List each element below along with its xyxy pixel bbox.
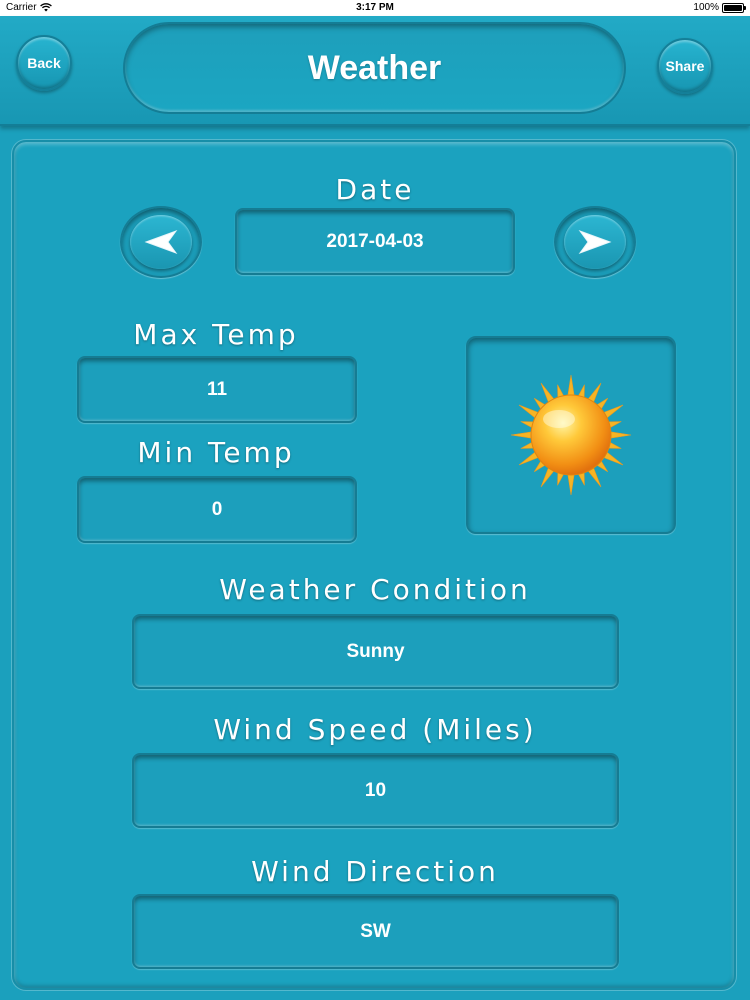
wind-speed-label: Wind Speed (Miles) [213, 713, 537, 746]
wind-direction-label: Wind Direction [251, 855, 499, 888]
sun-ray [567, 374, 575, 398]
prev-date-button[interactable] [120, 206, 202, 278]
sun-icon [510, 374, 632, 496]
page-title: Weather [307, 48, 442, 87]
battery-indicator: 100% [693, 2, 746, 13]
wind-speed-field[interactable]: 10 [132, 753, 619, 828]
share-button[interactable]: Share [657, 38, 713, 94]
date-value: 2017-04-03 [326, 230, 424, 252]
sun-ray [567, 472, 575, 496]
arrow-right-icon [578, 229, 612, 255]
sun-ray [510, 431, 534, 439]
condition-field[interactable]: Sunny [132, 614, 619, 689]
title-container: Weather [123, 22, 626, 114]
max-temp-value: 11 [206, 378, 228, 400]
date-label: Date [335, 173, 415, 206]
max-temp-label: Max Temp [133, 318, 299, 351]
min-temp-field[interactable]: 0 [77, 476, 357, 543]
min-temp-value: 0 [211, 498, 223, 520]
condition-label: Weather Condition [219, 573, 531, 606]
arrow-left-icon [144, 229, 178, 255]
back-button[interactable]: Back [16, 35, 72, 91]
battery-percent: 100% [693, 2, 719, 13]
condition-value: Sunny [346, 640, 405, 662]
wind-direction-value: SW [360, 920, 391, 942]
battery-icon [722, 2, 746, 13]
wind-direction-field[interactable]: SW [132, 894, 619, 969]
min-temp-label: Min Temp [137, 436, 295, 469]
status-bar: Carrier 3:17 PM 100% [0, 0, 750, 16]
status-time: 3:17 PM [356, 2, 394, 13]
next-date-button[interactable] [554, 206, 636, 278]
sun-ray [608, 431, 632, 439]
header: Back Weather Share [0, 16, 750, 126]
date-field[interactable]: 2017-04-03 [235, 208, 515, 275]
weather-icon-box [466, 336, 676, 534]
max-temp-field[interactable]: 11 [77, 356, 357, 423]
wind-speed-value: 10 [364, 779, 387, 801]
